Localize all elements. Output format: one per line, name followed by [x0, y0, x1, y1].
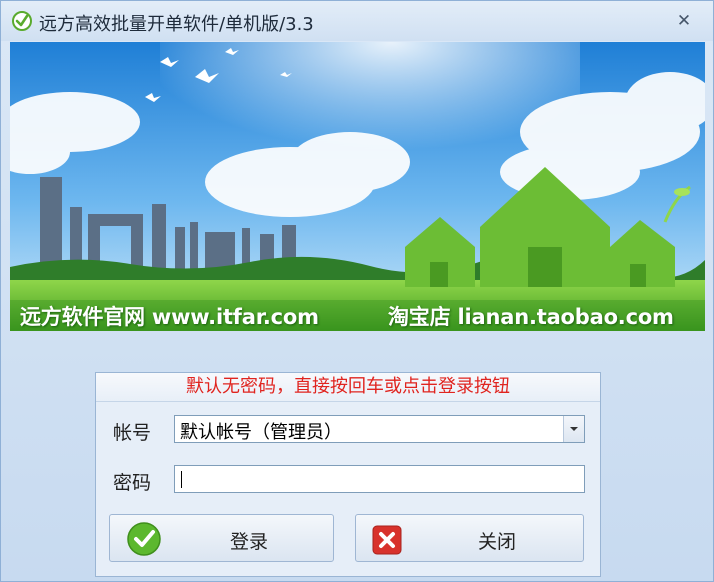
- close-button[interactable]: 关闭: [355, 514, 584, 562]
- close-button-label: 关闭: [478, 531, 517, 553]
- taobao-text: 淘宝店 lianan.taobao.com: [388, 305, 674, 329]
- account-value: 默认帐号（管理员）: [180, 422, 342, 443]
- red-x-icon: [372, 525, 402, 559]
- leaf-check-icon: [11, 10, 33, 32]
- window-close-button[interactable]: ✕: [673, 10, 695, 32]
- text-caret: [181, 471, 182, 488]
- website-text: 远方软件官网 www.itfar.com: [20, 305, 319, 329]
- window-title: 远方高效批量开单软件/单机版/3.3: [39, 14, 314, 35]
- chevron-down-icon[interactable]: [563, 416, 584, 442]
- password-input[interactable]: [174, 465, 585, 493]
- green-check-icon: [126, 521, 162, 561]
- account-select[interactable]: 默认帐号（管理员）: [174, 415, 585, 443]
- password-label: 密码: [113, 472, 152, 494]
- login-button[interactable]: 登录: [109, 514, 334, 562]
- login-button-label: 登录: [230, 531, 269, 553]
- banner-caption: 远方软件官网 www.itfar.com 淘宝店 lianan.taobao.c…: [10, 301, 710, 333]
- title-bar: 远方高效批量开单软件/单机版/3.3 ✕: [1, 1, 713, 41]
- login-panel: 默认无密码，直接按回车或点击登录按钮 帐号 默认帐号（管理员） 密码 登录 关闭: [95, 372, 601, 577]
- password-hint: 默认无密码，直接按回车或点击登录按钮: [96, 373, 600, 402]
- login-window: 远方高效批量开单软件/单机版/3.3 ✕ 远方软件官网 www.itfar.co…: [0, 0, 714, 582]
- banner-image: [10, 42, 705, 331]
- account-label: 帐号: [113, 422, 152, 444]
